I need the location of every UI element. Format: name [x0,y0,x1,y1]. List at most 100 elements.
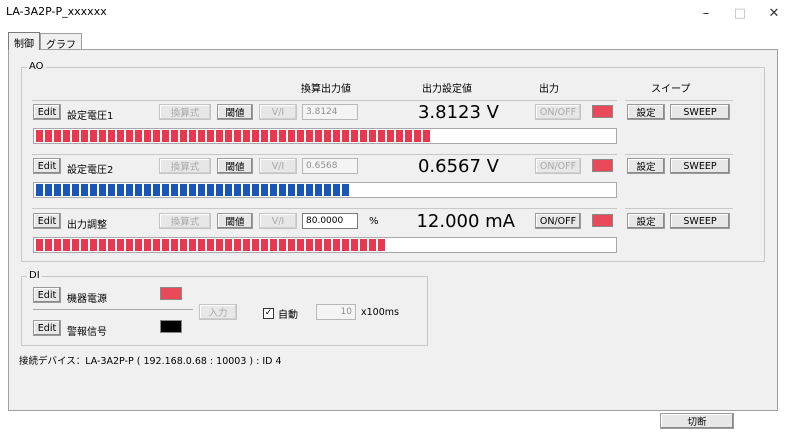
bar-segment [342,184,349,196]
bar-segment [162,239,169,251]
bar-segment [261,130,268,142]
bar-segment [324,184,331,196]
bar-segment [54,184,61,196]
auto-label: 自動 [278,310,298,321]
sweep-button[interactable]: SWEEP [670,213,730,229]
interval-field[interactable]: 10 [316,304,356,320]
minimize-icon[interactable]: – [688,0,724,26]
threshold-button[interactable]: 閾値 [217,213,253,229]
bar-segment [45,239,52,251]
row-separator [625,154,733,155]
tab-graph[interactable]: グラフ [40,33,82,51]
bar-segment [297,130,304,142]
bar-segment [63,239,70,251]
bar-segment [333,184,340,196]
disconnect-button[interactable]: 切断 [660,413,734,429]
converted-value-field[interactable]: 80.0000 [302,213,358,229]
output-indicator [592,214,613,227]
header-sweep: スイープ [651,84,691,95]
set-button[interactable]: 設定 [627,158,665,174]
vi-button[interactable]: V/I [259,104,297,120]
edit-button[interactable]: Edit [33,158,61,174]
bar-segment [189,130,196,142]
bar-segment [378,239,385,251]
bar-segment [405,130,412,142]
edit-button[interactable]: Edit [33,287,61,303]
bar-segment [90,184,97,196]
channel-name: 出力調整 [67,220,107,231]
bar-segment [342,239,349,251]
onoff-button[interactable]: ON/OFF [535,158,581,174]
vi-button[interactable]: V/I [259,158,297,174]
bar-segment [225,130,232,142]
bar-segment [243,184,250,196]
close-icon[interactable]: ✕ [756,0,788,26]
bar-segment [45,184,52,196]
onoff-button[interactable]: ON/OFF [535,213,581,229]
bar-segment [135,184,142,196]
input-button[interactable]: 入力 [199,304,237,320]
bar-segment [360,239,367,251]
set-button[interactable]: 設定 [627,213,665,229]
edit-button[interactable]: Edit [33,104,61,120]
bar-segment [198,239,205,251]
bar-segment [288,130,295,142]
bar-segment [126,239,133,251]
bar-segment [144,130,151,142]
set-button[interactable]: 設定 [627,104,665,120]
threshold-button[interactable]: 閾値 [217,158,253,174]
bar-segment [270,130,277,142]
bar-segment [414,130,421,142]
di-separator [33,309,193,310]
output-indicator [592,159,613,172]
interval-unit: x100ms [361,307,399,318]
edit-button[interactable]: Edit [33,320,61,336]
bar-segment [180,130,187,142]
formula-button[interactable]: 換算式 [159,104,211,120]
bar-segment [252,184,259,196]
bar-segment [342,130,349,142]
formula-button[interactable]: 換算式 [159,213,211,229]
auto-checkbox[interactable]: ✓ 自動 [263,306,298,321]
bar-segment [243,130,250,142]
converted-value-field[interactable]: 3.8124 [302,104,358,120]
sweep-button[interactable]: SWEEP [670,104,730,120]
bar-segment [99,184,106,196]
bar-segment [261,239,268,251]
bar-segment [324,130,331,142]
bar-segment [351,239,358,251]
bar-segment [36,130,43,142]
bar-segment [171,239,178,251]
di-group-label: DI [27,270,42,281]
bar-segment [135,130,142,142]
bar-segment [54,239,61,251]
vi-button[interactable]: V/I [259,213,297,229]
threshold-button[interactable]: 閾値 [217,104,253,120]
bar-segment [207,239,214,251]
tab-panel: AO 換算出力値 出力設定値 出力 スイープ Edit 設定電圧1 換算式 閾値… [8,49,778,411]
header-setpoint: 出力設定値 [422,84,472,95]
bar-segment [36,239,43,251]
bar-segment [189,184,196,196]
bar-segment [306,130,313,142]
bar-segment [117,130,124,142]
bar-segment [126,184,133,196]
row-separator [625,100,733,101]
bar-segment [297,184,304,196]
sweep-button[interactable]: SWEEP [670,158,730,174]
converted-value-field[interactable]: 0.6568 [302,158,358,174]
bar-segment [333,239,340,251]
bar-segment [243,239,250,251]
bar-segment [90,130,97,142]
bar-segment [81,239,88,251]
edit-button[interactable]: Edit [33,213,61,229]
formula-button[interactable]: 換算式 [159,158,211,174]
di-indicator-power [160,287,182,300]
bar-segment [108,130,115,142]
onoff-button[interactable]: ON/OFF [535,104,581,120]
tab-control[interactable]: 制御 [8,32,40,50]
output-level-bar [33,237,617,253]
bar-segment [162,130,169,142]
bar-segment [216,184,223,196]
checkbox-check-icon: ✓ [263,308,274,319]
